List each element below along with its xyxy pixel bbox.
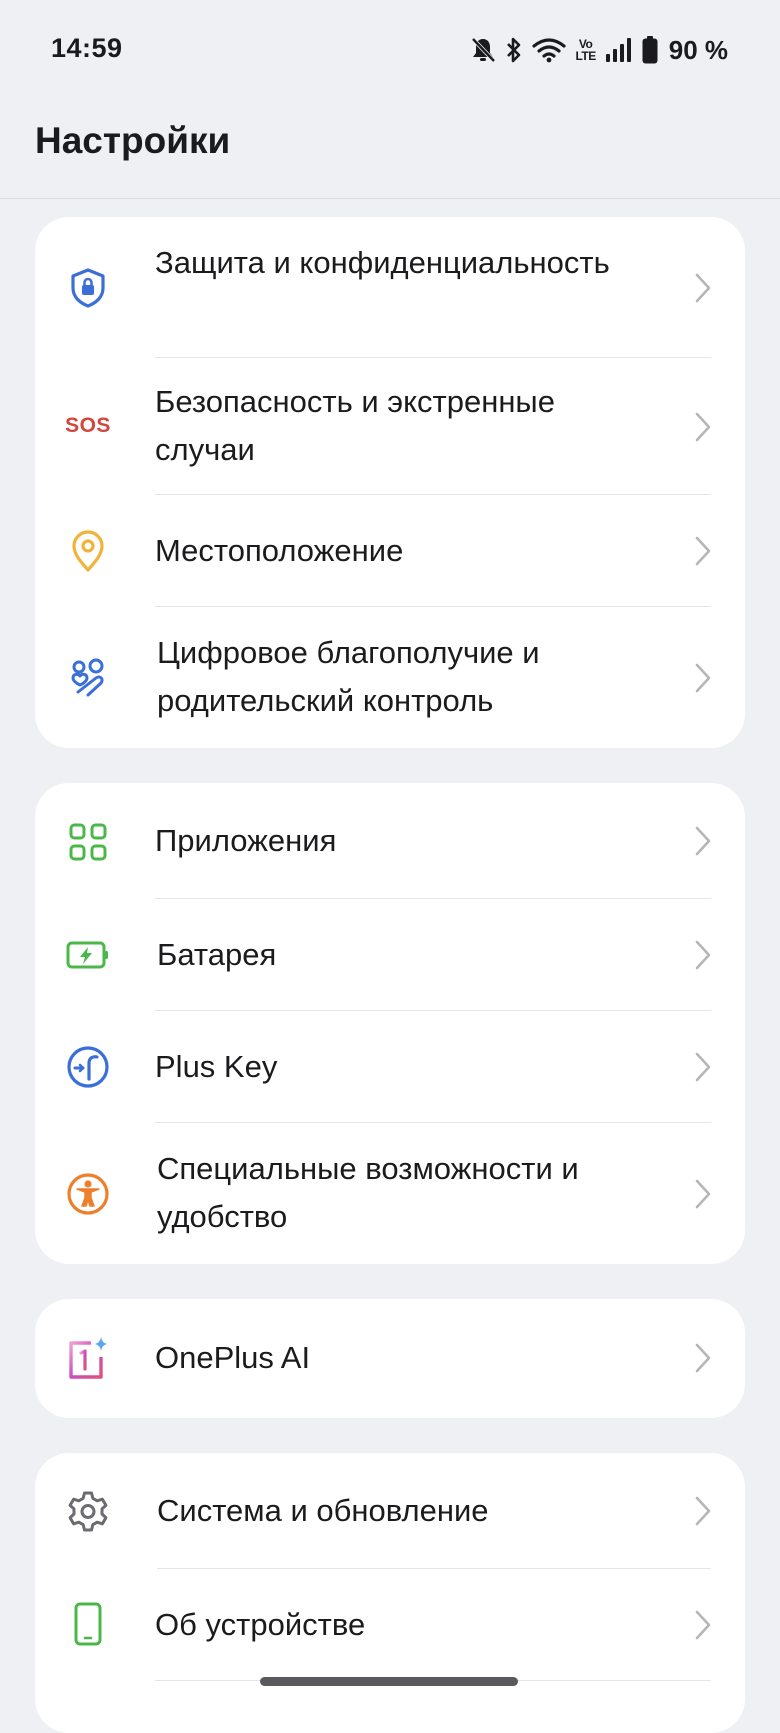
settings-group-ai: OnePlus AI xyxy=(35,1299,745,1418)
status-icons: Vo LTE 90 % xyxy=(470,32,728,68)
battery-percent: 90 % xyxy=(668,34,728,65)
settings-item-label: Специальные возможности и удобство xyxy=(157,1151,579,1234)
apps-grid-icon xyxy=(65,819,111,865)
accessibility-icon xyxy=(65,1171,111,1217)
family-heart-icon xyxy=(65,655,111,701)
chevron-right-icon xyxy=(691,1050,715,1084)
header-divider xyxy=(0,198,780,199)
oneplus-ai-icon xyxy=(65,1335,111,1381)
shield-lock-icon xyxy=(65,265,111,311)
settings-item-label: Plus Key xyxy=(155,1049,278,1084)
settings-item-apps[interactable]: Приложения xyxy=(35,783,745,899)
settings-item-label: OnePlus AI xyxy=(155,1340,311,1375)
chevron-right-icon xyxy=(691,534,715,568)
bell-muted-icon xyxy=(470,36,496,64)
settings-item-label: Безопасность и экстренные случаи xyxy=(155,384,555,467)
settings-item-label: Батарея xyxy=(157,937,277,972)
settings-item-label: Местоположение xyxy=(155,533,404,568)
settings-item-label: Система и обновление xyxy=(157,1493,489,1528)
chevron-right-icon xyxy=(691,1177,715,1211)
settings-item-location[interactable]: Местоположение xyxy=(35,495,745,607)
home-indicator[interactable] xyxy=(260,1677,518,1686)
chevron-right-icon xyxy=(691,1341,715,1375)
signal-icon xyxy=(605,37,633,63)
bluetooth-icon xyxy=(505,36,523,64)
chevron-right-icon xyxy=(691,1608,715,1642)
settings-item-plus-key[interactable]: Plus Key xyxy=(35,1011,745,1123)
settings-item-safety-emergency[interactable]: SOS Безопасность и экстренные случаи xyxy=(35,358,745,495)
gear-icon xyxy=(65,1488,111,1534)
chevron-right-icon xyxy=(691,1494,715,1528)
sos-icon: SOS xyxy=(63,403,113,449)
settings-group-apps: Приложения Батарея Plus Key Специальные … xyxy=(35,783,745,1264)
settings-item-digital-wellbeing[interactable]: Цифровое благополучие и родительский кон… xyxy=(35,607,745,748)
settings-item-label: Приложения xyxy=(155,823,337,858)
plus-key-icon xyxy=(65,1044,111,1090)
phone-icon xyxy=(65,1601,111,1647)
chevron-right-icon xyxy=(691,410,715,444)
settings-item-label: Об устройстве xyxy=(155,1607,366,1642)
location-pin-icon xyxy=(65,528,111,574)
status-bar: 14:59 Vo LTE 90 % xyxy=(0,0,780,100)
battery-icon xyxy=(642,36,658,64)
status-time: 14:59 xyxy=(51,33,123,63)
settings-group-privacy: Защита и конфиденциальность SOS Безопасн… xyxy=(35,217,745,748)
settings-item-oneplus-ai[interactable]: OnePlus AI xyxy=(35,1299,745,1418)
volte-bottom: LTE xyxy=(575,49,596,63)
settings-item-accessibility[interactable]: Специальные возможности и удобство xyxy=(35,1123,745,1264)
settings-item-label: Защита и конфиденциальность xyxy=(155,245,610,280)
sos-icon-text: SOS xyxy=(65,414,111,437)
chevron-right-icon xyxy=(691,824,715,858)
settings-item-label: Цифровое благополучие и родительский кон… xyxy=(157,635,540,718)
wifi-icon xyxy=(532,37,567,63)
battery-charging-icon xyxy=(65,932,111,978)
page-title: Настройки xyxy=(35,120,231,161)
settings-item-battery[interactable]: Батарея xyxy=(35,899,745,1011)
chevron-right-icon xyxy=(691,661,715,695)
chevron-right-icon xyxy=(691,938,715,972)
settings-item-privacy[interactable]: Защита и конфиденциальность xyxy=(35,217,745,358)
volte-icon: Vo LTE xyxy=(575,38,596,63)
chevron-right-icon xyxy=(691,271,715,305)
settings-item-about-device[interactable]: Об устройстве xyxy=(35,1569,745,1681)
settings-item-system-update[interactable]: Система и обновление xyxy=(35,1453,745,1569)
settings-group-system: Система и обновление Об устройстве xyxy=(35,1453,745,1733)
